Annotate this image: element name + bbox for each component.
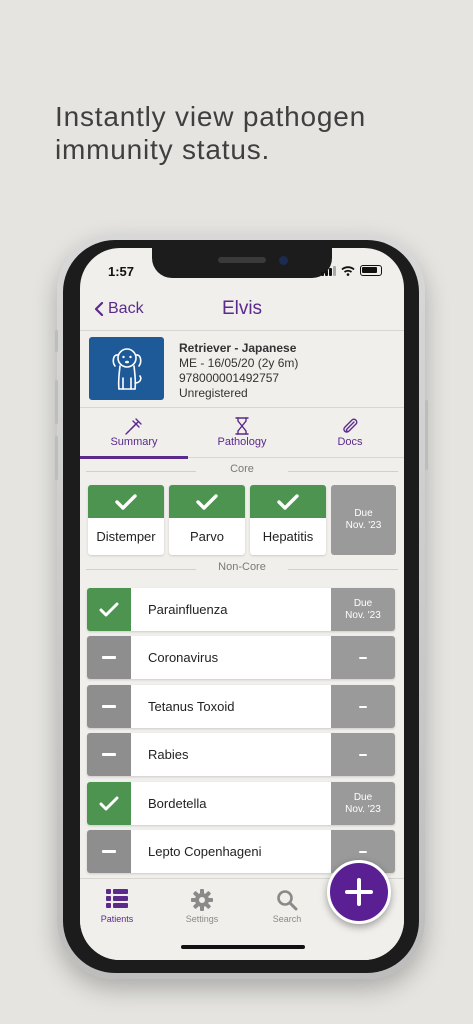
app-screen: 1:57 Back Elvis Retriever - Japanese ME … bbox=[80, 248, 404, 960]
tab-docs[interactable]: Docs bbox=[296, 408, 404, 458]
dash-icon bbox=[359, 753, 367, 756]
dash-icon bbox=[359, 705, 367, 708]
core-vaccine-parvo[interactable]: Parvo bbox=[169, 485, 245, 555]
due-badge: Due Nov. '23 bbox=[331, 782, 395, 825]
notch bbox=[152, 248, 332, 278]
dog-icon bbox=[112, 347, 142, 390]
patient-details: ME - 16/05/20 (2y 6m) bbox=[179, 356, 299, 370]
bottom-tab-search[interactable]: Search bbox=[252, 889, 322, 924]
patient-info: Retriever - Japanese ME - 16/05/20 (2y 6… bbox=[179, 341, 298, 401]
tab-bar: Summary Pathology Docs bbox=[80, 408, 404, 459]
non-core-vaccine-tetanus-toxoid[interactable]: Tetanus Toxoid bbox=[87, 685, 395, 728]
dash-icon bbox=[359, 656, 367, 659]
phone-volume-up bbox=[55, 380, 58, 424]
tab-pathology[interactable]: Pathology bbox=[188, 408, 296, 458]
tab-summary-label: Summary bbox=[110, 436, 158, 448]
check-icon bbox=[99, 602, 119, 616]
patient-registration: Unregistered bbox=[179, 386, 248, 400]
check-icon bbox=[115, 493, 137, 510]
non-core-vaccine-rabies[interactable]: Rabies bbox=[87, 733, 395, 776]
check-icon bbox=[99, 796, 119, 810]
patient-avatar[interactable] bbox=[89, 337, 164, 400]
vaccine-name: Bordetella bbox=[148, 796, 207, 811]
tab-docs-label: Docs bbox=[337, 436, 363, 448]
bottom-tab-patients[interactable]: Patients bbox=[82, 889, 152, 924]
due-badge: Due Nov. '23 bbox=[331, 588, 395, 631]
home-indicator bbox=[181, 945, 305, 949]
due-date: Nov. '23 bbox=[345, 520, 382, 531]
status-icons bbox=[321, 265, 382, 276]
front-camera bbox=[279, 256, 288, 265]
vaccine-name: Rabies bbox=[148, 747, 189, 762]
paperclip-icon bbox=[343, 418, 358, 433]
plus-icon bbox=[345, 878, 373, 906]
headline-line-1: Instantly view pathogen bbox=[55, 101, 367, 132]
page-title: Elvis bbox=[221, 298, 263, 319]
dash-icon bbox=[102, 850, 116, 853]
phone-power-button bbox=[425, 400, 428, 470]
core-vaccine-name: Distemper bbox=[96, 529, 156, 544]
status-time: 1:57 bbox=[108, 264, 135, 279]
check-icon bbox=[277, 493, 299, 510]
vaccine-name: Coronavirus bbox=[148, 650, 219, 665]
no-due-badge bbox=[331, 733, 395, 776]
tab-pathology-label: Pathology bbox=[217, 436, 267, 448]
due-date: Nov. '23 bbox=[345, 803, 381, 815]
patient-microchip: 978000001492757 bbox=[179, 371, 280, 385]
tab-summary[interactable]: Summary bbox=[80, 408, 188, 459]
marketing-headline: Instantly view pathogen immunity status. bbox=[55, 100, 455, 166]
navigation-bar: Back Elvis bbox=[80, 292, 404, 330]
syringe-icon bbox=[125, 418, 142, 435]
section-non-core-header: Non-Core bbox=[80, 561, 404, 577]
non-core-vaccine-bordetella[interactable]: Bordetella Due Nov. '23 bbox=[87, 782, 395, 825]
check-icon bbox=[196, 493, 218, 510]
bottom-tab-label: Search bbox=[272, 914, 302, 924]
patient-profile: Retriever - Japanese ME - 16/05/20 (2y 6… bbox=[80, 330, 404, 408]
core-vaccine-hepatitis[interactable]: Hepatitis bbox=[250, 485, 326, 555]
bottom-tab-label: Settings bbox=[185, 914, 219, 924]
bottom-tab-settings[interactable]: Settings bbox=[167, 889, 237, 924]
dash-icon bbox=[102, 656, 116, 659]
vaccine-name: Lepto Copenhageni bbox=[148, 844, 262, 859]
core-vaccine-name: Parvo bbox=[190, 529, 224, 544]
no-due-badge bbox=[331, 685, 395, 728]
section-core-header: Core bbox=[80, 463, 404, 479]
gear-icon bbox=[191, 889, 213, 911]
headline-line-2: immunity status. bbox=[55, 134, 271, 165]
battery-icon bbox=[360, 265, 382, 276]
cellular-signal-icon bbox=[321, 266, 336, 276]
core-due-badge[interactable]: Due Nov. '23 bbox=[331, 485, 396, 555]
core-vaccine-distemper[interactable]: Distemper bbox=[88, 485, 164, 555]
list-icon bbox=[106, 889, 128, 908]
dash-icon bbox=[102, 753, 116, 756]
bottom-tab-label: Patients bbox=[100, 914, 134, 924]
wifi-icon bbox=[341, 266, 355, 276]
summary-content: Core Distemper Parvo Hepatitis Due Nov. … bbox=[80, 459, 404, 879]
phone-volume-down bbox=[55, 436, 58, 480]
due-date: Nov. '23 bbox=[345, 609, 381, 621]
no-due-badge bbox=[331, 636, 395, 679]
due-label: Due bbox=[353, 597, 373, 609]
vaccine-name: Tetanus Toxoid bbox=[148, 699, 235, 714]
add-button[interactable] bbox=[327, 860, 391, 924]
patient-breed: Retriever - Japanese bbox=[179, 341, 297, 355]
hourglass-icon bbox=[235, 417, 249, 435]
search-icon bbox=[277, 890, 298, 911]
phone-mute-switch bbox=[55, 330, 58, 352]
dash-icon bbox=[359, 850, 367, 853]
non-core-vaccine-parainfluenza[interactable]: Parainfluenza Due Nov. '23 bbox=[87, 588, 395, 631]
non-core-vaccine-coronavirus[interactable]: Coronavirus bbox=[87, 636, 395, 679]
core-vaccine-name: Hepatitis bbox=[262, 529, 314, 544]
due-label: Due bbox=[353, 791, 373, 803]
dash-icon bbox=[102, 705, 116, 708]
due-label: Due bbox=[354, 508, 373, 519]
speaker bbox=[218, 257, 266, 263]
vaccine-name: Parainfluenza bbox=[148, 602, 228, 617]
